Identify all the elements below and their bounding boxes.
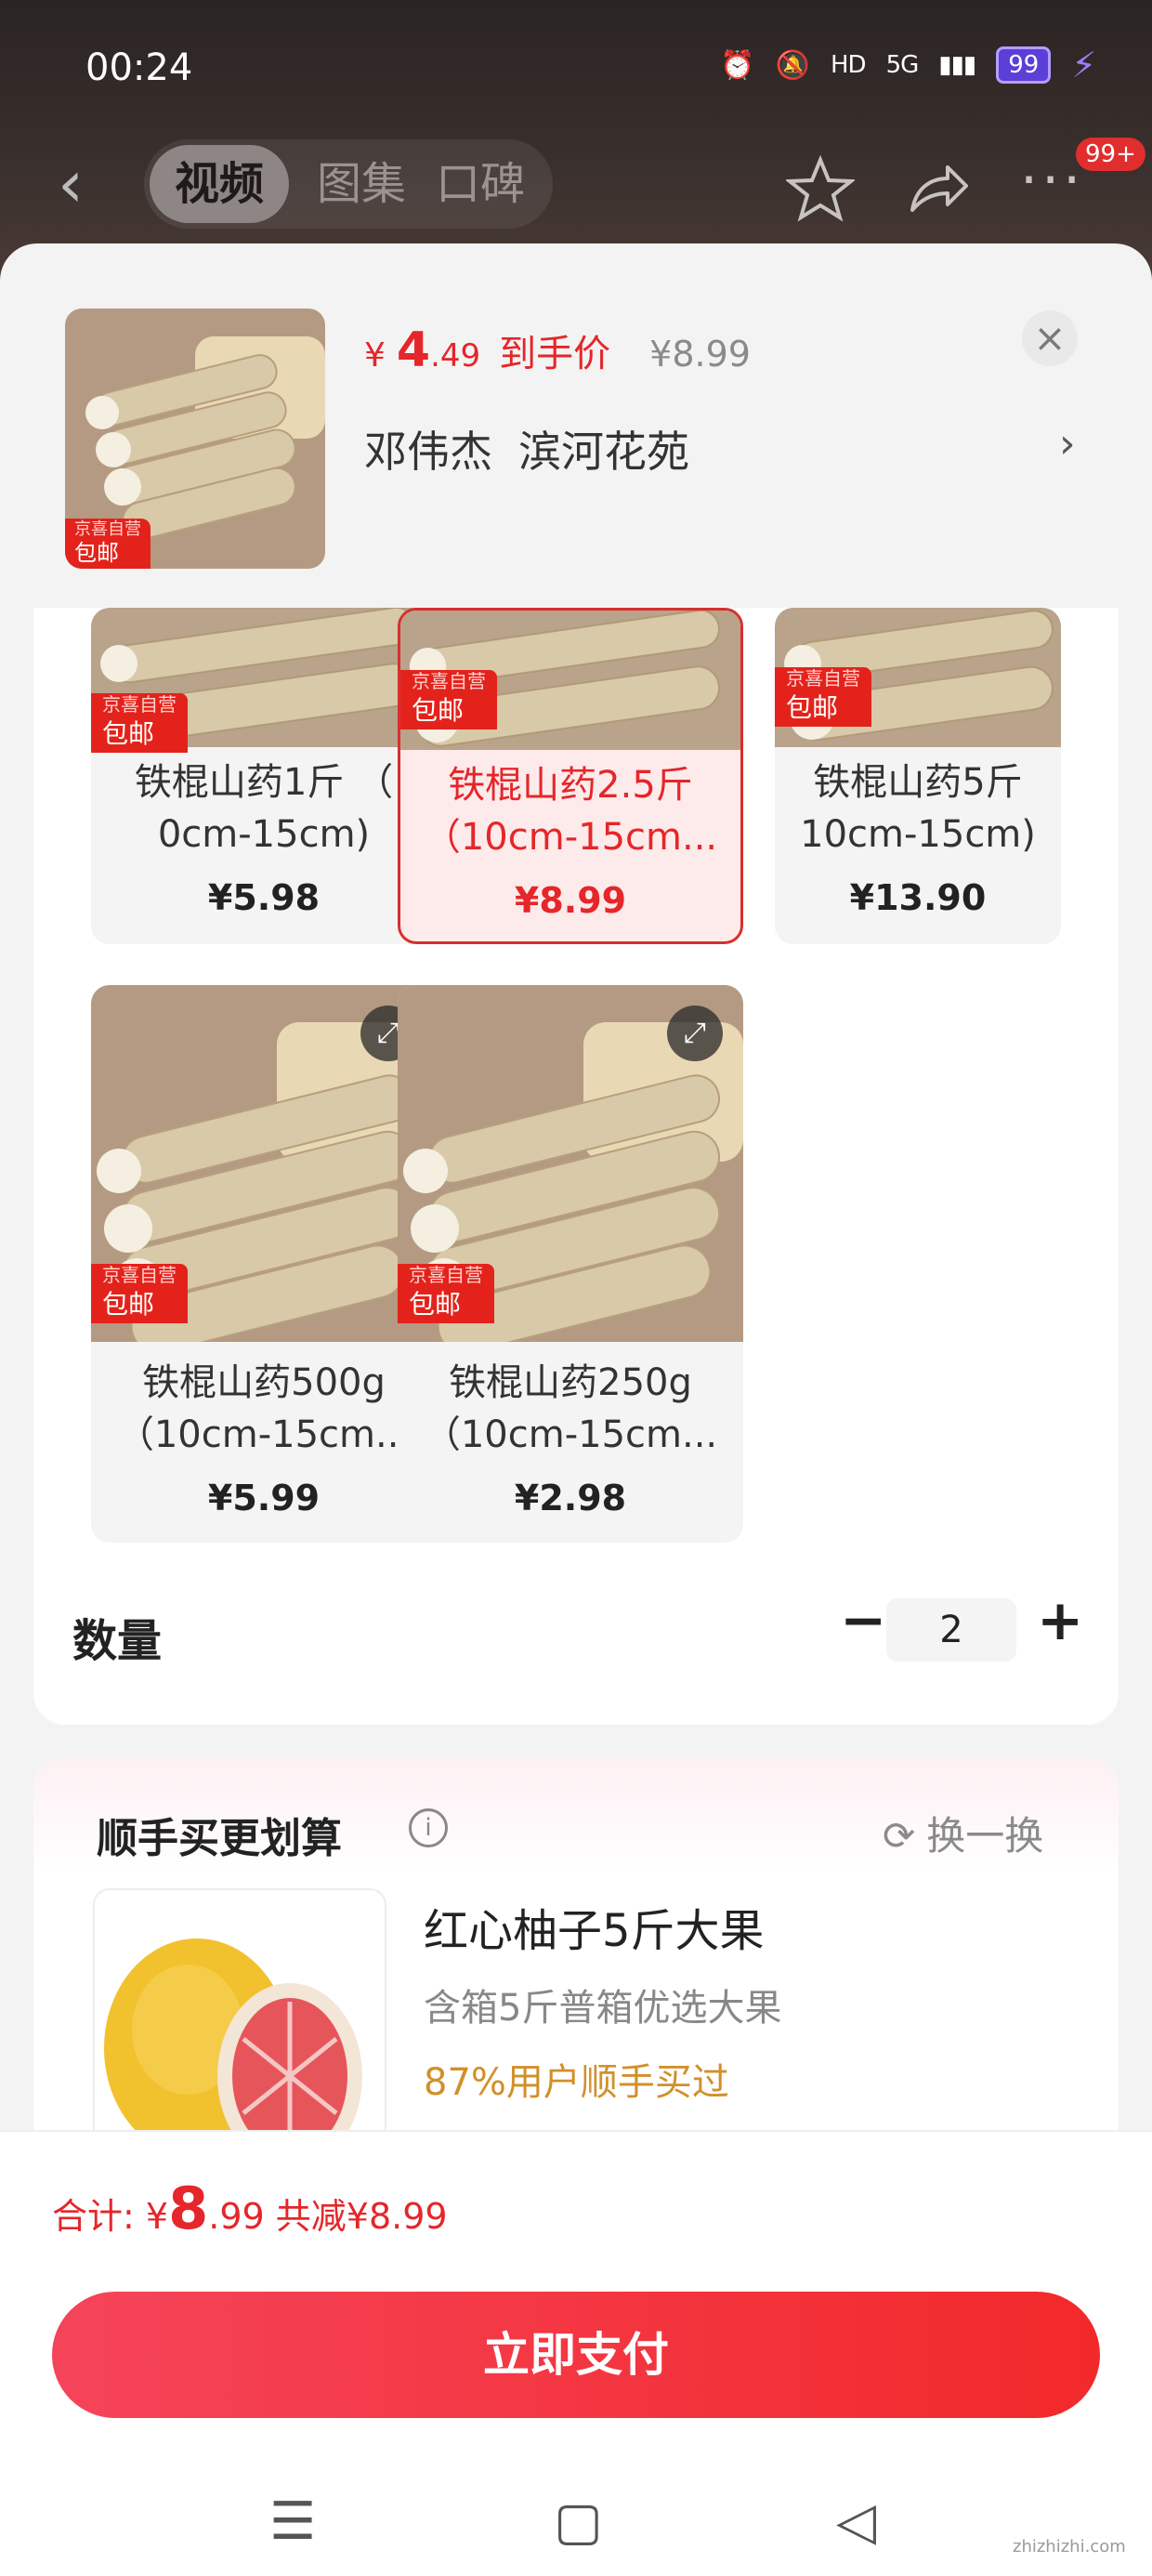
back-nav-icon[interactable]: ◁ <box>836 2494 876 2550</box>
signal-icon: 5G <box>885 51 920 79</box>
home-icon[interactable]: ▢ <box>554 2494 603 2550</box>
sku-name: 铁棍山药2.5斤 <box>448 764 693 807</box>
quantity-label: 数量 <box>72 1615 163 1667</box>
refresh-button[interactable]: ⟳ 换一换 <box>883 1805 1043 1861</box>
delivery-address[interactable]: 邓伟杰 滨河花苑 <box>364 418 689 480</box>
product-thumbnail: 京喜自营 包邮 <box>65 309 325 569</box>
sku-name-2: （10cm-15cm... <box>423 816 718 859</box>
sku-name-2: （10cm-15cm... <box>116 1413 412 1456</box>
total-integer: 8 <box>168 2175 209 2242</box>
sku-price: ¥8.99 <box>514 880 627 921</box>
sku-name-2: 10cm-15cm) <box>800 813 1036 856</box>
system-navigation-bar: ☰ ▢ ◁ <box>0 2476 1152 2576</box>
charging-icon: ⚡ <box>1071 45 1096 85</box>
sku-tag: 京喜自营 包邮 <box>91 1264 188 1323</box>
address-name: 邓伟杰 <box>364 427 492 477</box>
sku-card[interactable]: 京喜自营 包邮 ⤢ 铁棍山药250g （10cm-15cm... ¥2.98 <box>398 985 743 1543</box>
product-tag: 京喜自营 包邮 <box>65 519 151 569</box>
refresh-label: 换一换 <box>926 1813 1044 1859</box>
sku-panel: 京喜自营 包邮 铁棍山药1斤 （ 0cm-15cm) ¥5.98 京喜自营 包邮 铁… <box>33 608 1119 1725</box>
sku-card[interactable]: 京喜自营 包邮 铁棍山药5斤 10cm-15cm) ¥13.90 <box>775 608 1061 944</box>
tab-video[interactable]: 视频 <box>150 145 289 223</box>
status-bar: 00:24 ⏰ 🔕 HD 5G ▮▮▮ 99 ⚡ <box>0 37 1152 102</box>
price-integer: 4 <box>396 322 431 378</box>
sku-name: 铁棍山药250g <box>449 1361 692 1404</box>
watermark: zhizhizhi.com <box>1013 2537 1126 2556</box>
close-icon[interactable]: × <box>1022 310 1078 366</box>
quantity-decrease-button[interactable]: − <box>840 1593 886 1649</box>
address-place: 滨河花苑 <box>518 427 689 477</box>
sku-tag: 京喜自营 包邮 <box>91 693 188 753</box>
sku-tag: 京喜自营 包邮 <box>775 667 871 727</box>
sku-tag: 京喜自营 包邮 <box>398 1264 494 1323</box>
info-icon[interactable]: i <box>409 1808 448 1847</box>
sku-tag: 京喜自营 包邮 <box>400 670 497 729</box>
signal-icon-2: ▮▮▮ <box>938 51 976 79</box>
tab-reviews[interactable]: 口碑 <box>436 139 525 229</box>
share-icon[interactable] <box>903 154 972 223</box>
sku-price: ¥5.98 <box>207 877 321 918</box>
total-price: 合计: ¥8.99 共减¥8.99 <box>52 2175 448 2242</box>
battery-icon: 99 <box>996 46 1052 84</box>
sku-card-selected[interactable]: 京喜自营 包邮 铁棍山药2.5斤 （10cm-15cm... ¥8.99 <box>398 608 743 944</box>
addon-title: 顺手买更划算 <box>97 1815 342 1862</box>
sku-name-2: （10cm-15cm... <box>423 1413 718 1456</box>
refresh-icon: ⟳ <box>883 1813 916 1859</box>
sku-card[interactable]: 京喜自营 包邮 铁棍山药1斤 （ 0cm-15cm) ¥5.98 <box>91 608 437 944</box>
price-currency: ¥ <box>364 336 386 375</box>
status-icons: ⏰ 🔕 HD 5G ▮▮▮ 99 ⚡ <box>720 45 1096 85</box>
final-price-label: 到手价 <box>499 333 611 375</box>
sku-price: ¥5.99 <box>207 1478 321 1518</box>
alarm-icon: ⏰ <box>720 48 755 82</box>
sku-name-2: 0cm-15cm) <box>157 813 371 856</box>
favorite-star-icon[interactable] <box>786 154 855 223</box>
sku-name: 铁棍山药5斤 <box>813 761 1023 804</box>
total-currency: ¥ <box>145 2196 169 2237</box>
addon-product-desc: 含箱5斤普箱优选大果 <box>424 1987 782 2030</box>
more-menu-icon[interactable]: ··· <box>1020 152 1084 208</box>
top-navigation: ‹ 视频 图集 口碑 ··· 99+ <box>0 138 1152 232</box>
notification-badge: 99+ <box>1076 138 1145 171</box>
addon-product-name[interactable]: 红心柚子5斤大果 <box>424 1894 765 1959</box>
quantity-increase-button[interactable]: + <box>1037 1589 1083 1652</box>
hd-icon: HD <box>831 51 867 79</box>
quantity-input[interactable]: 2 <box>886 1598 1016 1662</box>
tab-gallery[interactable]: 图集 <box>317 139 406 229</box>
sku-name: 铁棍山药500g <box>142 1361 386 1404</box>
sku-price: ¥13.90 <box>849 877 987 918</box>
addon-product-stat: 87%用户顺手买过 <box>424 2061 729 2104</box>
total-label: 合计: <box>52 2196 135 2237</box>
original-price: ¥8.99 <box>649 334 751 375</box>
price-row: ¥ 4 .49 到手价 ¥8.99 <box>364 322 751 378</box>
sku-price: ¥2.98 <box>514 1478 627 1518</box>
sku-name: 铁棍山药1斤 （ <box>134 761 394 804</box>
media-tabs: 视频 图集 口碑 <box>144 139 553 229</box>
pay-now-button[interactable]: 立即支付 <box>52 2292 1100 2418</box>
chevron-right-icon[interactable]: › <box>1059 420 1076 467</box>
mute-icon: 🔕 <box>775 48 810 82</box>
total-discount: 共减¥8.99 <box>275 2196 448 2237</box>
sku-bottom-sheet: 京喜自营 包邮 ¥ 4 .49 到手价 ¥8.99 邓伟杰 滨河花苑 › × 京喜自… <box>0 243 1152 2576</box>
total-decimal: .99 <box>208 2196 265 2237</box>
checkout-footer: 合计: ¥8.99 共减¥8.99 立即支付 ☰ ▢ ◁ <box>0 2130 1152 2576</box>
back-icon[interactable]: ‹ <box>58 151 104 217</box>
price-decimal: .49 <box>430 337 481 375</box>
menu-icon[interactable]: ☰ <box>269 2494 316 2550</box>
sheet-header: 京喜自营 包邮 ¥ 4 .49 到手价 ¥8.99 邓伟杰 滨河花苑 › × <box>0 243 1152 606</box>
sku-card[interactable]: 京喜自营 包邮 ⤢ 铁棍山药500g （10cm-15cm... ¥5.99 <box>91 985 437 1543</box>
status-time: 00:24 <box>85 46 193 89</box>
expand-icon[interactable]: ⤢ <box>667 1005 723 1061</box>
